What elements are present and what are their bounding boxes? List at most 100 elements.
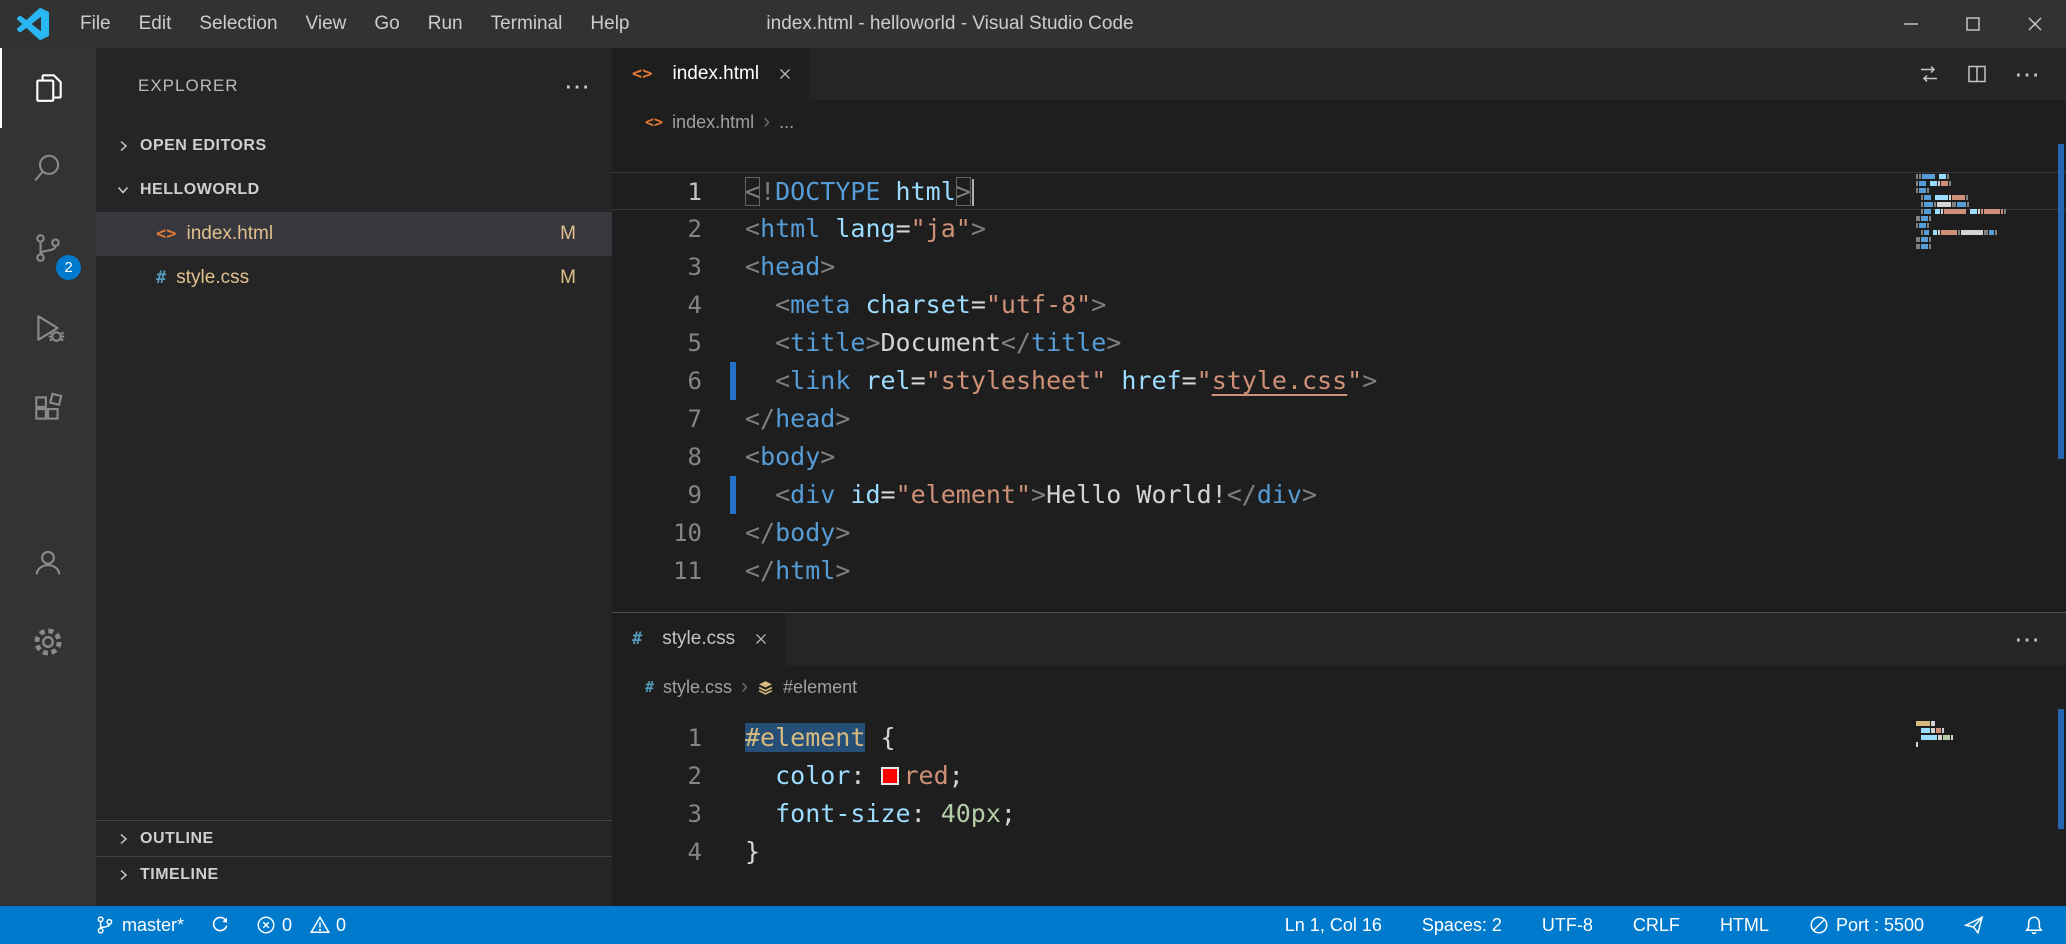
language-mode[interactable]: HTML: [1720, 915, 1769, 936]
section-open-editors[interactable]: OPEN EDITORS: [96, 124, 612, 168]
token: <: [775, 480, 790, 509]
accounts-icon[interactable]: [0, 522, 96, 602]
section-outline[interactable]: OUTLINE: [96, 820, 612, 856]
explorer-icon[interactable]: [0, 48, 96, 128]
line-number: 8: [612, 438, 712, 476]
minimize-button[interactable]: [1880, 0, 1942, 48]
section-folder-helloworld[interactable]: HELLOWORLD: [96, 168, 612, 212]
split-editor-icon[interactable]: [1966, 63, 1988, 85]
code-line-4[interactable]: 4}: [612, 833, 2066, 871]
run-debug-icon[interactable]: [0, 288, 96, 368]
live-server-port[interactable]: Port : 5500: [1809, 915, 1924, 936]
more-actions-icon[interactable]: ⋯: [2014, 624, 2040, 655]
maximize-button[interactable]: [1942, 0, 2004, 48]
minimap[interactable]: [1916, 721, 2050, 749]
search-icon[interactable]: [0, 128, 96, 208]
token: [745, 799, 775, 828]
menu-file[interactable]: File: [66, 0, 125, 48]
line-number: 5: [612, 324, 712, 362]
notifications-bell-icon[interactable]: [2024, 915, 2044, 935]
menu-view[interactable]: View: [292, 0, 361, 48]
code-line-3[interactable]: 3<head>: [612, 248, 2066, 286]
token: #element: [745, 723, 865, 752]
window-controls: [1880, 0, 2066, 48]
token: <: [745, 214, 760, 243]
minimap-token: [1934, 202, 1936, 207]
line-number: 11: [612, 552, 712, 590]
menu-run[interactable]: Run: [414, 0, 477, 48]
minimap-token: [1916, 202, 1920, 207]
code-line-2[interactable]: 2<html lang="ja">: [612, 210, 2066, 248]
code-line-9[interactable]: 9 <div id="element">Hello World!</div>: [612, 476, 2066, 514]
file-row-style.css[interactable]: #style.cssM: [96, 256, 612, 300]
menu-edit[interactable]: Edit: [125, 0, 186, 48]
code-line-4[interactable]: 4 <meta charset="utf-8">: [612, 286, 2066, 324]
git-branch-status[interactable]: master*: [95, 915, 184, 936]
breadcrumb-file[interactable]: style.css: [663, 677, 732, 698]
minimap-token: [1927, 188, 1929, 193]
scrollbar-decoration[interactable]: [2058, 144, 2064, 459]
source-control-icon[interactable]: 2: [0, 208, 96, 288]
minimap-token: [1961, 230, 1983, 235]
token: [820, 214, 835, 243]
close-tab-icon[interactable]: [777, 66, 793, 82]
code-line-1[interactable]: 1#element {: [612, 719, 2066, 757]
scrollbar-decoration[interactable]: [2058, 709, 2064, 829]
token: html: [896, 177, 956, 206]
encoding-setting[interactable]: UTF-8: [1542, 915, 1593, 936]
code-line-6[interactable]: 6 <link rel="stylesheet" href="style.css…: [612, 362, 2066, 400]
minimap-line: [1916, 188, 2050, 193]
file-row-index.html[interactable]: <>index.htmlM: [96, 212, 612, 256]
minimap[interactable]: [1916, 174, 2050, 251]
breadcrumb-file[interactable]: index.html: [672, 112, 754, 133]
menu-terminal[interactable]: Terminal: [477, 0, 577, 48]
close-tab-icon[interactable]: [753, 631, 769, 647]
code-line-1[interactable]: 1<!DOCTYPE html>: [612, 172, 2066, 210]
code-line-5[interactable]: 5 <title>Document</title>: [612, 324, 2066, 362]
more-actions-icon[interactable]: ⋯: [564, 71, 590, 102]
css-file-icon: #: [632, 629, 642, 649]
open-changes-icon[interactable]: [1918, 63, 1940, 85]
code-line-3[interactable]: 3 font-size: 40px;: [612, 795, 2066, 833]
tab-index-html[interactable]: <> index.html: [612, 48, 809, 100]
code-line-8[interactable]: 8<body>: [612, 438, 2066, 476]
editor-group-html: <> index.html ⋯ <> index.html › ... 1<!D…: [612, 48, 2066, 612]
code-line-2[interactable]: 2 color: red;: [612, 757, 2066, 795]
minimap-token: [1941, 230, 1957, 235]
breadcrumb-symbol[interactable]: #element: [783, 677, 857, 698]
minimap-token: [1921, 237, 1928, 242]
token: html: [760, 214, 820, 243]
token: :: [911, 799, 941, 828]
section-timeline[interactable]: TIMELINE: [96, 856, 612, 892]
menu-selection[interactable]: Selection: [185, 0, 291, 48]
vscode-logo-icon: [0, 8, 66, 40]
minimap-token: [1935, 195, 1948, 200]
scm-pending-badge: 2: [56, 255, 81, 280]
html-file-icon: <>: [156, 224, 176, 244]
token: DOCTYPE: [775, 177, 880, 206]
code-editor-css[interactable]: 1#element {2 color: red;3 font-size: 40p…: [612, 709, 2066, 906]
sync-button[interactable]: [210, 915, 230, 935]
extensions-icon[interactable]: [0, 368, 96, 448]
feedback-icon[interactable]: [1964, 915, 1984, 935]
problems-status[interactable]: 0 0: [256, 915, 358, 936]
code-line-7[interactable]: 7</head>: [612, 400, 2066, 438]
code-editor-html[interactable]: 1<!DOCTYPE html>2<html lang="ja">3<head>…: [612, 144, 2066, 612]
breadcrumb-tail[interactable]: ...: [779, 112, 794, 133]
code-line-11[interactable]: 11</html>: [612, 552, 2066, 590]
file-name: index.html: [186, 223, 273, 245]
gutter-space: [730, 173, 736, 209]
menu-go[interactable]: Go: [360, 0, 413, 48]
token: rel: [865, 366, 910, 395]
more-actions-icon[interactable]: ⋯: [2014, 59, 2040, 90]
settings-gear-icon[interactable]: [0, 602, 96, 682]
indentation-setting[interactable]: Spaces: 2: [1422, 915, 1502, 936]
eol-setting[interactable]: CRLF: [1633, 915, 1680, 936]
color-swatch-red[interactable]: [881, 767, 899, 785]
minimap-token: [1921, 244, 1928, 249]
tab-style-css[interactable]: # style.css: [612, 613, 785, 665]
code-line-10[interactable]: 10</body>: [612, 514, 2066, 552]
menu-help[interactable]: Help: [576, 0, 643, 48]
cursor-position[interactable]: Ln 1, Col 16: [1285, 915, 1382, 936]
close-button[interactable]: [2004, 0, 2066, 48]
